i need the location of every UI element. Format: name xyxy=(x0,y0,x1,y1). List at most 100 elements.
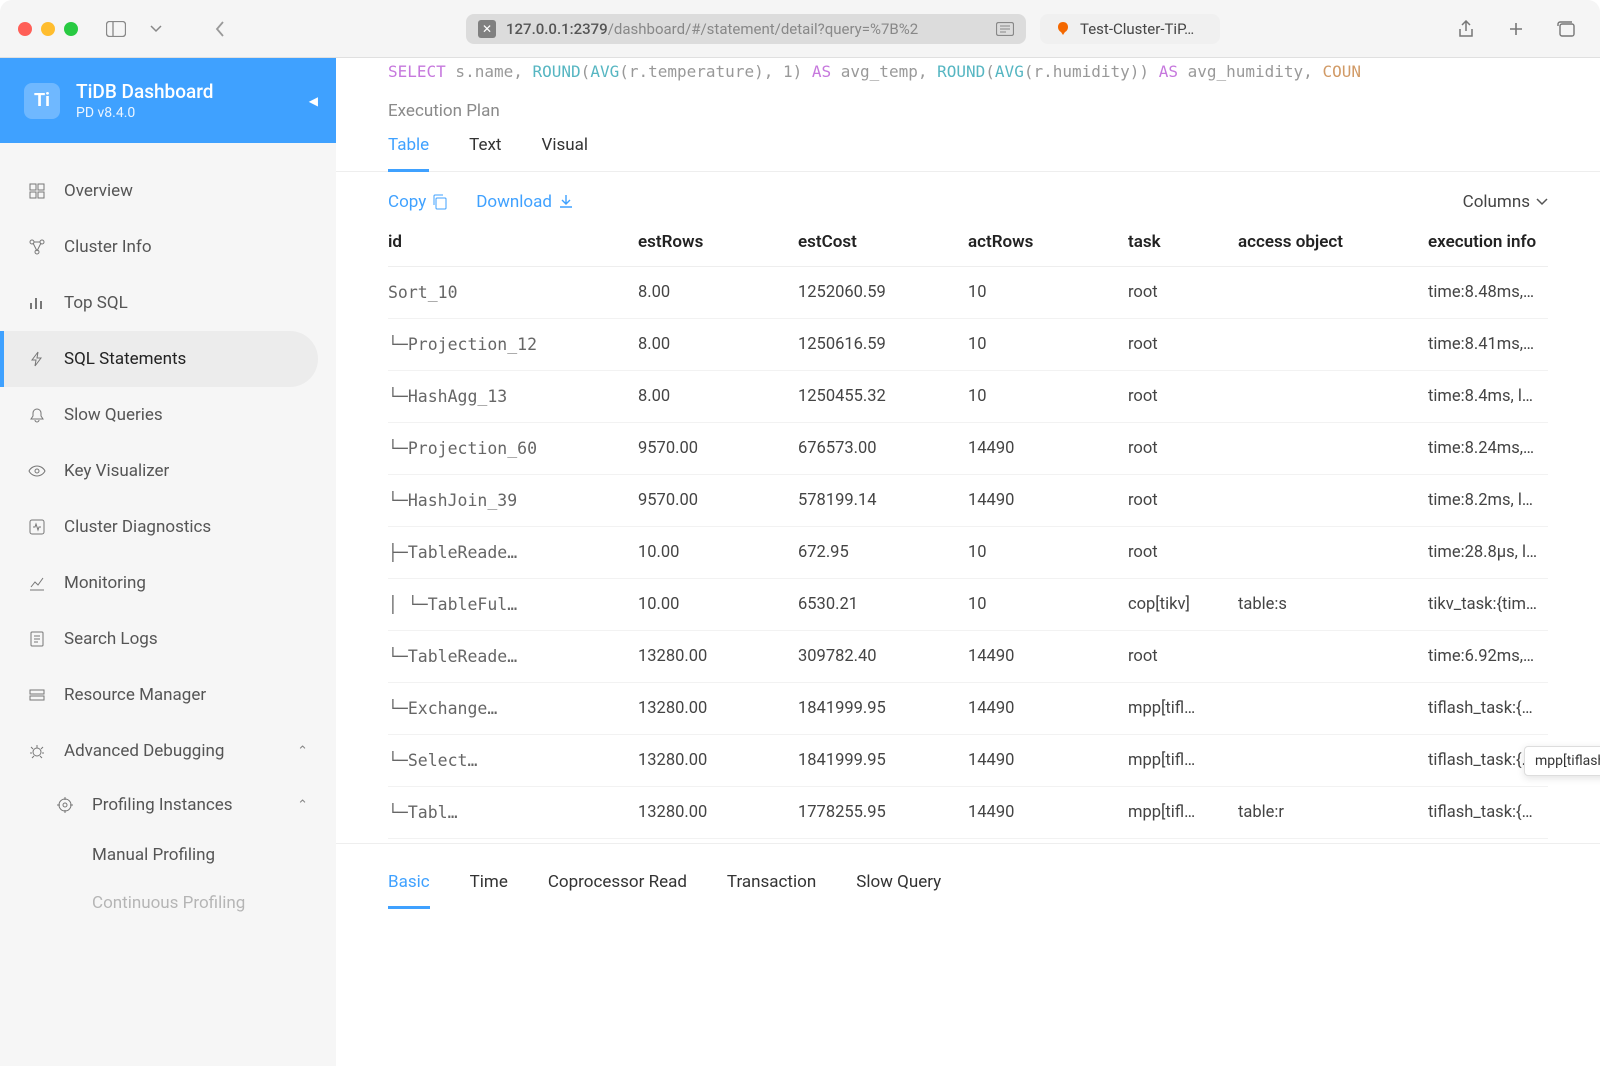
cell-execution-info: time:8.2ms, loops:… xyxy=(1428,491,1548,510)
cell-estrows: 13280.00 xyxy=(638,699,798,718)
sidebar-item-monitoring[interactable]: Monitoring xyxy=(0,555,336,611)
sidebar-item-search-logs[interactable]: Search Logs xyxy=(0,611,336,667)
table-header-row: id estRows estCost actRows task access o… xyxy=(388,218,1548,267)
logs-icon xyxy=(28,630,46,648)
chevron-down-icon[interactable] xyxy=(140,15,172,43)
sidebar-item-cluster-diagnostics[interactable]: Cluster Diagnostics xyxy=(0,499,336,555)
minimize-window-icon[interactable] xyxy=(41,22,55,36)
nav-label: Continuous Profiling xyxy=(92,893,245,913)
cell-actrows: 14490 xyxy=(968,803,1128,822)
tab-slow-query[interactable]: Slow Query xyxy=(856,872,941,909)
table-row[interactable]: └─Projection_609570.00676573.0014490root… xyxy=(388,423,1548,475)
cell-execution-info: time:8.4ms, loops:… xyxy=(1428,387,1548,406)
back-icon[interactable] xyxy=(204,15,236,43)
sidebar-toggle-icon[interactable] xyxy=(100,15,132,43)
maximize-window-icon[interactable] xyxy=(64,22,78,36)
tab-overview-icon[interactable] xyxy=(1550,15,1582,43)
sidebar-header: Ti TiDB Dashboard PD v8.4.0 ◀ xyxy=(0,58,336,143)
new-tab-icon[interactable] xyxy=(1500,15,1532,43)
address-bar[interactable]: ✕ 127.0.0.1:2379/dashboard/#/statement/d… xyxy=(466,14,1026,44)
table-row[interactable]: Sort_108.001252060.5910roottime:8.48ms, … xyxy=(388,267,1548,319)
columns-label: Columns xyxy=(1463,192,1530,212)
cell-estcost: 1250616.59 xyxy=(798,335,968,354)
sidebar-item-key-visualizer[interactable]: Key Visualizer xyxy=(0,443,336,499)
sidebar-sub-manual-profiling[interactable]: Manual Profiling xyxy=(0,831,336,879)
tab-time[interactable]: Time xyxy=(470,872,508,909)
columns-button[interactable]: Columns xyxy=(1463,192,1548,212)
sidebar-item-slow-queries[interactable]: Slow Queries xyxy=(0,387,336,443)
header-estrows[interactable]: estRows xyxy=(638,232,798,252)
close-window-icon[interactable] xyxy=(18,22,32,36)
tab-2-label: Test-Cluster-TiP… xyxy=(1080,20,1194,38)
close-tab-icon[interactable]: ✕ xyxy=(478,20,496,38)
table-row[interactable]: └─Projection_128.001250616.5910roottime:… xyxy=(388,319,1548,371)
sidebar-sub-profiling-instances[interactable]: Profiling Instances⌃ xyxy=(0,779,336,831)
header-execution-info[interactable]: execution info xyxy=(1428,232,1548,252)
tab-basic[interactable]: Basic xyxy=(388,872,430,909)
table-row[interactable]: └─HashJoin_399570.00578199.1414490rootti… xyxy=(388,475,1548,527)
browser-chrome: ✕ 127.0.0.1:2379/dashboard/#/statement/d… xyxy=(0,0,1600,58)
table-row[interactable]: └─Tabl…13280.001778255.9514490mpp[tifl…t… xyxy=(388,787,1548,839)
cell-actrows: 14490 xyxy=(968,439,1128,458)
table-row[interactable]: └─Select…13280.001841999.9514490mpp[tifl… xyxy=(388,735,1548,787)
table-row[interactable]: └─Exchange…13280.001841999.9514490mpp[ti… xyxy=(388,683,1548,735)
tab-text[interactable]: Text xyxy=(469,135,501,171)
cell-estcost: 676573.00 xyxy=(798,439,968,458)
browser-tab-2[interactable]: Test-Cluster-TiP… xyxy=(1040,14,1220,44)
cell-estrows: 9570.00 xyxy=(638,491,798,510)
cell-estcost: 309782.40 xyxy=(798,647,968,666)
copy-button[interactable]: Copy xyxy=(388,192,448,212)
sidebar-item-overview[interactable]: Overview xyxy=(0,163,336,219)
line-chart-icon xyxy=(28,574,46,592)
cell-estcost: 578199.14 xyxy=(798,491,968,510)
url-text: 127.0.0.1:2379/dashboard/#/statement/det… xyxy=(506,20,918,38)
cell-task: mpp[tifl… xyxy=(1128,699,1238,718)
diagnostics-icon xyxy=(28,518,46,536)
sidebar-item-advanced-debugging[interactable]: Advanced Debugging⌃ xyxy=(0,723,336,779)
app-version: PD v8.4.0 xyxy=(76,105,213,121)
cell-estrows: 8.00 xyxy=(638,387,798,406)
sidebar-item-resource-manager[interactable]: Resource Manager xyxy=(0,667,336,723)
table-row[interactable]: │ └─TableFul…10.006530.2110cop[tikv]tabl… xyxy=(388,579,1548,631)
cell-estrows: 13280.00 xyxy=(638,803,798,822)
sidebar-item-top-sql[interactable]: Top SQL xyxy=(0,275,336,331)
table-row[interactable]: ├─TableReade…10.00672.9510roottime:28.8µ… xyxy=(388,527,1548,579)
sidebar-item-cluster-info[interactable]: Cluster Info xyxy=(0,219,336,275)
bell-icon xyxy=(28,406,46,424)
cell-estcost: 1778255.95 xyxy=(798,803,968,822)
download-button[interactable]: Download xyxy=(476,192,574,212)
cell-id: └─Exchange… xyxy=(388,699,638,718)
nav-label: Key Visualizer xyxy=(64,461,169,481)
cell-execution-info: time:8.24ms, loop… xyxy=(1428,439,1548,458)
cell-task: root xyxy=(1128,491,1238,510)
header-access-object[interactable]: access object xyxy=(1238,232,1428,252)
tab-transaction[interactable]: Transaction xyxy=(727,872,816,909)
header-id[interactable]: id xyxy=(388,232,638,252)
reader-mode-icon[interactable] xyxy=(996,22,1014,36)
tab-table[interactable]: Table xyxy=(388,135,429,172)
cell-task: cop[tikv] xyxy=(1128,595,1238,614)
cell-estrows: 13280.00 xyxy=(638,647,798,666)
cell-task: mpp[tifl… xyxy=(1128,803,1238,822)
share-icon[interactable] xyxy=(1450,15,1482,43)
cell-id: ├─TableReade… xyxy=(388,543,638,562)
sidebar-item-sql-statements[interactable]: SQL Statements xyxy=(0,331,318,387)
plan-tabs: Table Text Visual xyxy=(336,135,1600,172)
cell-estrows: 8.00 xyxy=(638,335,798,354)
tab-visual[interactable]: Visual xyxy=(542,135,588,171)
sidebar-sub-continuous-profiling[interactable]: Continuous Profiling xyxy=(0,879,336,927)
sql-preview: SELECT s.name, ROUND(AVG(r.temperature),… xyxy=(336,58,1600,97)
collapse-sidebar-icon[interactable]: ◀ xyxy=(309,94,318,108)
cell-actrows: 10 xyxy=(968,335,1128,354)
table-row[interactable]: └─TableReade…13280.00309782.4014490roott… xyxy=(388,631,1548,683)
table-row[interactable]: └─HashAgg_138.001250455.3210roottime:8.4… xyxy=(388,371,1548,423)
nav-label: Manual Profiling xyxy=(92,845,215,865)
header-task[interactable]: task xyxy=(1128,232,1238,252)
cell-execution-info: tiflash_task:{time:… xyxy=(1428,699,1548,718)
cell-actrows: 10 xyxy=(968,387,1128,406)
header-actrows[interactable]: actRows xyxy=(968,232,1128,252)
copy-icon xyxy=(432,194,448,210)
nav-label: Monitoring xyxy=(64,573,146,593)
header-estcost[interactable]: estCost xyxy=(798,232,968,252)
tab-coprocessor-read[interactable]: Coprocessor Read xyxy=(548,872,687,909)
